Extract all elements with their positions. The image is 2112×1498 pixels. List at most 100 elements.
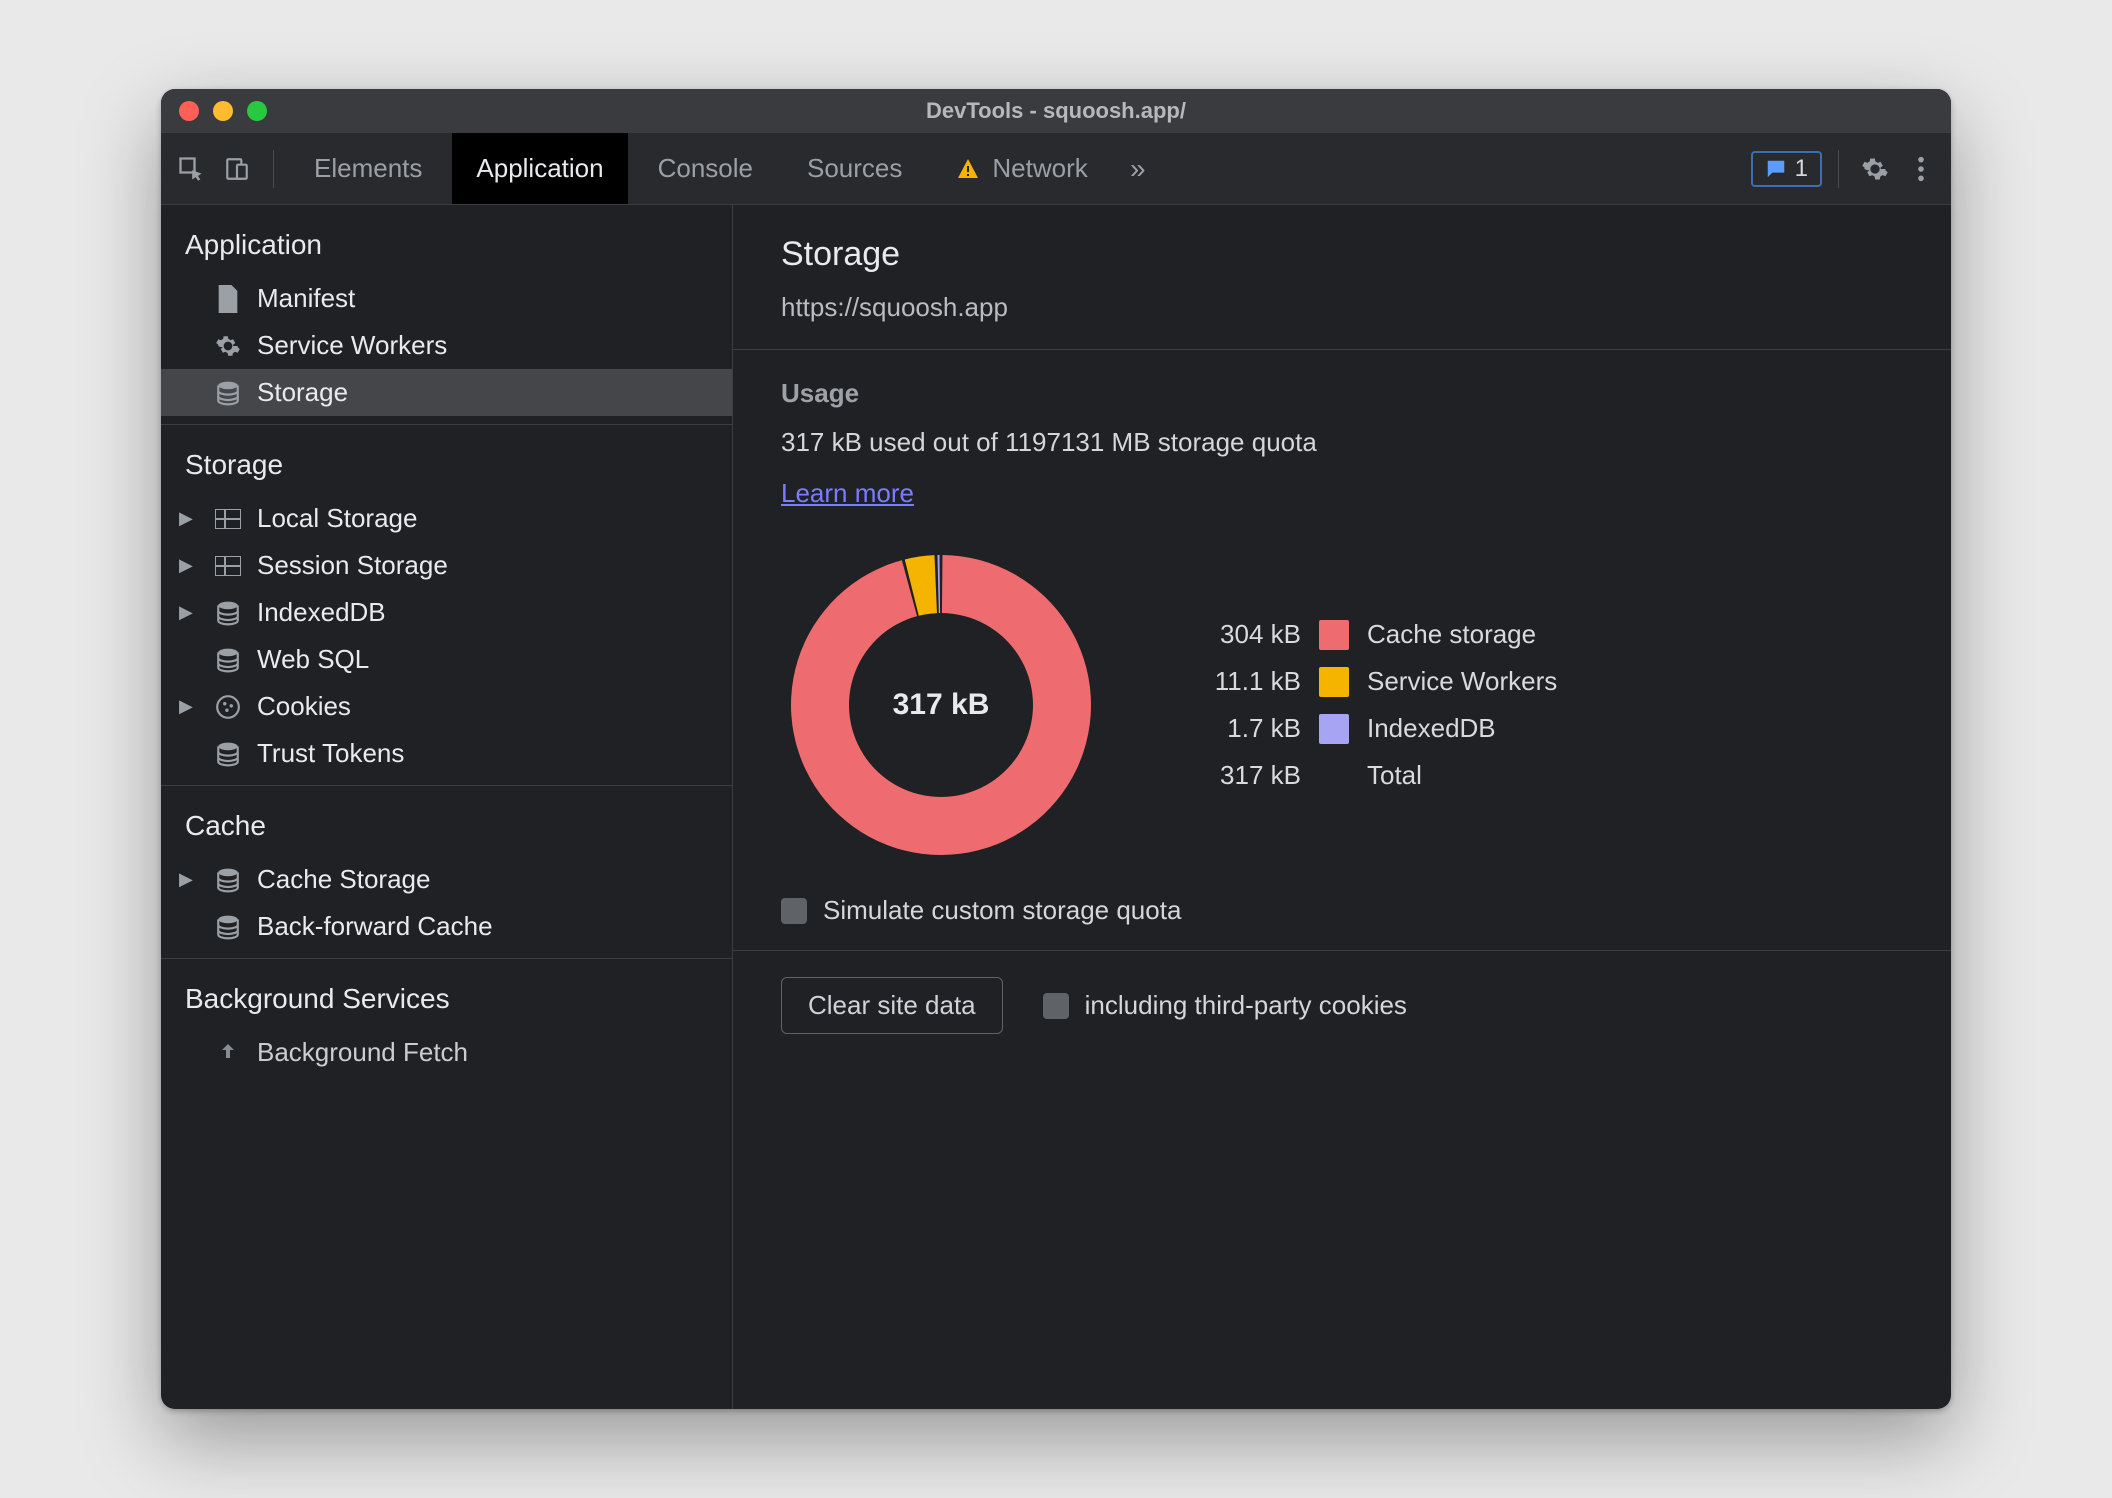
sidebar-section-cache: Cache ▶ Cache Storage Back-forward Cache bbox=[161, 786, 732, 959]
sidebar-item-storage[interactable]: Storage bbox=[161, 369, 732, 416]
sidebar-item-background-fetch[interactable]: Background Fetch bbox=[161, 1029, 732, 1076]
sidebar-item-label: Local Storage bbox=[257, 503, 417, 534]
tab-elements[interactable]: Elements bbox=[290, 133, 446, 204]
legend-label-sw: Service Workers bbox=[1367, 666, 1557, 697]
sidebar-heading-application: Application bbox=[161, 223, 732, 275]
caret-icon: ▶ bbox=[179, 555, 193, 576]
sidebar-item-label: Service Workers bbox=[257, 330, 447, 361]
sidebar-item-label: Trust Tokens bbox=[257, 738, 404, 769]
panel-title: Storage bbox=[781, 235, 1903, 274]
sidebar-heading-background: Background Services bbox=[161, 977, 732, 1029]
sidebar-item-manifest[interactable]: Manifest bbox=[161, 275, 732, 322]
caret-icon: ▶ bbox=[179, 696, 193, 717]
donut-center-label: 317 kB bbox=[781, 545, 1101, 865]
device-toolbar-icon[interactable] bbox=[217, 149, 257, 189]
sidebar-section-storage: Storage ▶ Local Storage ▶ Session Storag… bbox=[161, 425, 732, 786]
tab-sources[interactable]: Sources bbox=[783, 133, 926, 204]
more-tabs-icon[interactable]: » bbox=[1118, 149, 1158, 189]
caret-icon: ▶ bbox=[179, 508, 193, 529]
clear-site-data-button[interactable]: Clear site data bbox=[781, 977, 1003, 1034]
simulate-quota-label: Simulate custom storage quota bbox=[823, 895, 1181, 926]
tabbar-divider bbox=[273, 150, 274, 188]
sidebar-item-service-workers[interactable]: Service Workers bbox=[161, 322, 732, 369]
learn-more-link[interactable]: Learn more bbox=[781, 478, 914, 509]
manifest-icon bbox=[213, 284, 243, 314]
panel-origin: https://squoosh.app bbox=[781, 292, 1903, 323]
sidebar-item-local-storage[interactable]: ▶ Local Storage bbox=[161, 495, 732, 542]
sidebar-item-label: Back-forward Cache bbox=[257, 911, 493, 942]
issues-icon bbox=[1765, 158, 1787, 180]
tab-network[interactable]: Network bbox=[932, 133, 1111, 204]
tab-network-label: Network bbox=[992, 153, 1087, 184]
database-icon bbox=[213, 865, 243, 895]
titlebar: DevTools - squoosh.app/ bbox=[161, 89, 1951, 133]
sidebar-item-web-sql[interactable]: Web SQL bbox=[161, 636, 732, 683]
sidebar-item-trust-tokens[interactable]: Trust Tokens bbox=[161, 730, 732, 777]
sidebar-item-indexeddb[interactable]: ▶ IndexedDB bbox=[161, 589, 732, 636]
devtools-window: DevTools - squoosh.app/ Elements Applica… bbox=[161, 89, 1951, 1409]
kebab-menu-icon[interactable] bbox=[1901, 149, 1941, 189]
inspect-element-icon[interactable] bbox=[171, 149, 211, 189]
simulate-quota-row: Simulate custom storage quota bbox=[781, 895, 1903, 926]
usage-section: Usage 317 kB used out of 1197131 MB stor… bbox=[733, 350, 1951, 951]
usage-summary: 317 kB used out of 1197131 MB storage qu… bbox=[781, 427, 1903, 458]
legend-swatch-sw bbox=[1319, 667, 1349, 697]
gear-icon bbox=[213, 331, 243, 361]
tab-console[interactable]: Console bbox=[634, 133, 777, 204]
database-icon bbox=[213, 912, 243, 942]
actions-row: Clear site data including third-party co… bbox=[733, 951, 1951, 1060]
devtools-tabbar: Elements Application Console Sources Net… bbox=[161, 133, 1951, 205]
issues-badge[interactable]: 1 bbox=[1751, 151, 1822, 187]
sidebar-section-application: Application Manifest Service Workers Sto… bbox=[161, 205, 732, 425]
sidebar-item-cookies[interactable]: ▶ Cookies bbox=[161, 683, 732, 730]
table-icon bbox=[213, 551, 243, 581]
sidebar-item-label: Storage bbox=[257, 377, 348, 408]
simulate-quota-checkbox[interactable] bbox=[781, 898, 807, 924]
close-window-button[interactable] bbox=[179, 101, 199, 121]
storage-panel: Storage https://squoosh.app Usage 317 kB… bbox=[733, 205, 1951, 1409]
issues-count: 1 bbox=[1795, 155, 1808, 183]
zoom-window-button[interactable] bbox=[247, 101, 267, 121]
third-party-row: including third-party cookies bbox=[1043, 990, 1407, 1021]
panel-header: Storage https://squoosh.app bbox=[733, 205, 1951, 350]
database-icon bbox=[213, 598, 243, 628]
content-area: Application Manifest Service Workers Sto… bbox=[161, 205, 1951, 1409]
caret-icon: ▶ bbox=[179, 602, 193, 623]
legend-size-total: 317 kB bbox=[1191, 760, 1301, 791]
database-icon bbox=[213, 739, 243, 769]
sidebar-section-background: Background Services Background Fetch bbox=[161, 959, 732, 1084]
sidebar-item-label: Manifest bbox=[257, 283, 355, 314]
sidebar-heading-cache: Cache bbox=[161, 804, 732, 856]
sidebar-item-label: Web SQL bbox=[257, 644, 369, 675]
usage-heading: Usage bbox=[781, 378, 1903, 409]
sidebar-heading-storage: Storage bbox=[161, 443, 732, 495]
sidebar-item-bf-cache[interactable]: Back-forward Cache bbox=[161, 903, 732, 950]
legend-size-sw: 11.1 kB bbox=[1191, 666, 1301, 697]
application-sidebar: Application Manifest Service Workers Sto… bbox=[161, 205, 733, 1409]
usage-legend: 304 kB Cache storage 11.1 kB Service Wor… bbox=[1191, 619, 1557, 791]
minimize-window-button[interactable] bbox=[213, 101, 233, 121]
caret-icon: ▶ bbox=[179, 869, 193, 890]
tabbar-divider-right bbox=[1838, 150, 1839, 188]
sidebar-item-label: Cache Storage bbox=[257, 864, 430, 895]
sidebar-item-session-storage[interactable]: ▶ Session Storage bbox=[161, 542, 732, 589]
sidebar-item-label: Session Storage bbox=[257, 550, 448, 581]
third-party-label: including third-party cookies bbox=[1085, 990, 1407, 1021]
legend-label-total: Total bbox=[1367, 760, 1557, 791]
legend-label-cache: Cache storage bbox=[1367, 619, 1557, 650]
sidebar-item-cache-storage[interactable]: ▶ Cache Storage bbox=[161, 856, 732, 903]
legend-label-idb: IndexedDB bbox=[1367, 713, 1557, 744]
window-title: DevTools - squoosh.app/ bbox=[161, 98, 1951, 124]
table-icon bbox=[213, 504, 243, 534]
sidebar-item-label: Cookies bbox=[257, 691, 351, 722]
database-icon bbox=[213, 645, 243, 675]
third-party-checkbox[interactable] bbox=[1043, 993, 1069, 1019]
warning-icon bbox=[956, 157, 980, 181]
legend-size-idb: 1.7 kB bbox=[1191, 713, 1301, 744]
usage-donut-chart: 317 kB bbox=[781, 545, 1101, 865]
usage-chart-row: 317 kB 304 kB Cache storage 11.1 kB Serv… bbox=[781, 545, 1903, 865]
settings-icon[interactable] bbox=[1855, 149, 1895, 189]
tab-application[interactable]: Application bbox=[452, 133, 627, 204]
cookie-icon bbox=[213, 692, 243, 722]
database-icon bbox=[213, 378, 243, 408]
